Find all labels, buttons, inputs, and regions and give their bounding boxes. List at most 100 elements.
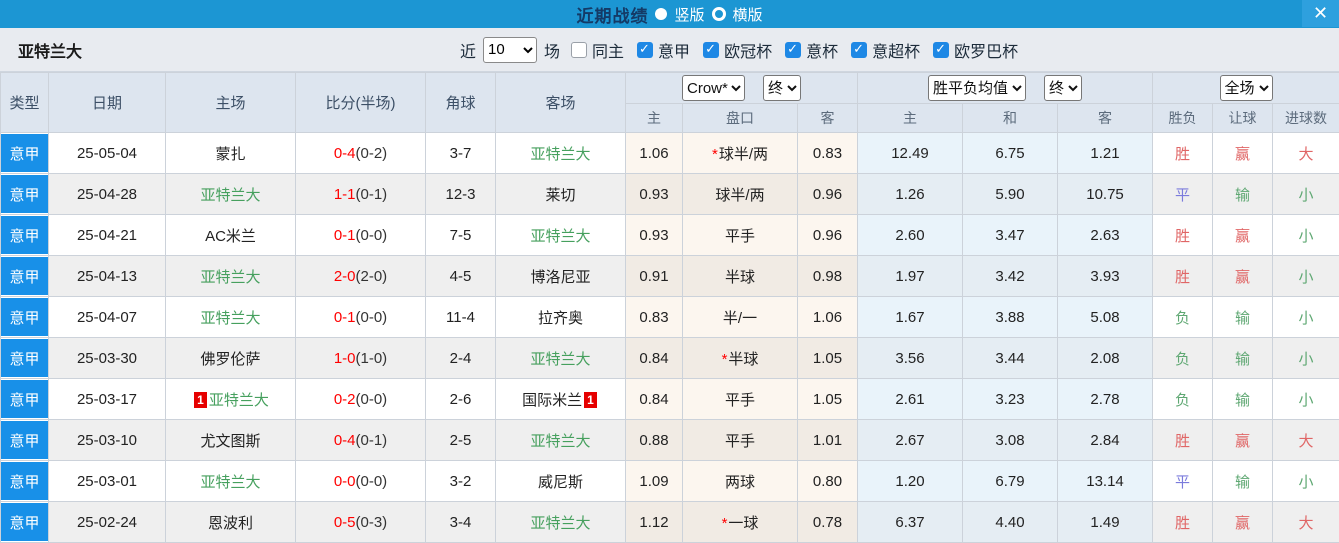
- team-name: 亚特兰大: [18, 43, 83, 61]
- avg-draw-cell: 5.90: [962, 173, 1058, 215]
- avg-away-cell: 1.21: [1056, 132, 1154, 174]
- away-team-cell: 国际米兰 1: [495, 378, 626, 420]
- league-cell: 意甲: [0, 255, 49, 297]
- home-team-cell: 1 亚特兰大: [165, 378, 296, 420]
- table-row: 意甲 25-03-01 亚特兰大 0-0(0-0) 3-2 威尼斯 1.09 两球 0.80 1.…: [0, 460, 1339, 502]
- league-checkbox-supercoppa[interactable]: [851, 41, 868, 58]
- away-odds-cell: 1.05: [797, 337, 858, 379]
- score-cell: 0-0(0-0): [295, 460, 426, 502]
- avg-away-cell: 2.63: [1056, 214, 1154, 256]
- home-odds-cell: 1.06: [625, 132, 683, 174]
- odds-time-select[interactable]: 终: [763, 75, 801, 101]
- home-odds-cell: 1.09: [625, 460, 683, 502]
- corners-cell: 2-5: [425, 419, 496, 461]
- league-label-supercoppa[interactable]: 意超杯: [872, 38, 920, 62]
- handicap-result-cell: 赢: [1212, 214, 1274, 256]
- league-checkbox-europa[interactable]: [933, 41, 950, 58]
- score-cell: 0-2(0-0): [295, 378, 426, 420]
- avg-draw-cell: 4.40: [962, 501, 1058, 543]
- table-row: 意甲 25-03-17 1 亚特兰大 0-2(0-0) 2-6 国际米兰 1 0.84 平手 1.0…: [0, 378, 1339, 420]
- goals-cell: 小: [1272, 173, 1339, 215]
- col-header-score: 比分(半场): [295, 72, 426, 133]
- sub-header-handicap: 盘口: [682, 103, 798, 133]
- goals-cell: 小: [1272, 378, 1339, 420]
- home-odds-cell: 0.93: [625, 214, 683, 256]
- avg-away-cell: 2.84: [1056, 419, 1154, 461]
- handicap-cell: 平手: [682, 214, 798, 256]
- period-select[interactable]: 全场: [1219, 75, 1273, 101]
- sub-header-odds-home: 主: [625, 103, 683, 133]
- home-odds-cell: 1.12: [625, 501, 683, 543]
- corners-cell: 3-7: [425, 132, 496, 174]
- home-odds-cell: 0.84: [625, 337, 683, 379]
- handicap-cell: 球半/两: [682, 173, 798, 215]
- league-label-ucl[interactable]: 欧冠杯: [724, 38, 772, 62]
- home-odds-cell: 0.83: [625, 296, 683, 338]
- bookmaker-select[interactable]: Crow*: [682, 75, 745, 101]
- league-label-coppa[interactable]: 意杯: [806, 38, 838, 62]
- same-home-label[interactable]: 同主: [592, 38, 624, 62]
- goals-cell: 大: [1272, 419, 1339, 461]
- avg-draw-cell: 3.47: [962, 214, 1058, 256]
- score-cell: 0-1(0-0): [295, 214, 426, 256]
- handicap-result-cell: 输: [1212, 296, 1274, 338]
- avg-away-cell: 2.08: [1056, 337, 1154, 379]
- results-body: 意甲 25-05-04 蒙扎 0-4(0-2) 3-7 亚特兰大 1.06 *球半/两 0.83…: [0, 132, 1339, 543]
- league-checkbox-coppa[interactable]: [785, 41, 802, 58]
- score-cell: 2-0(2-0): [295, 255, 426, 297]
- goals-cell: 小: [1272, 460, 1339, 502]
- same-home-checkbox[interactable]: [571, 41, 588, 58]
- score-cell: 0-4(0-1): [295, 419, 426, 461]
- title-bar: 近期战绩 竖版 横版 ✕: [0, 0, 1339, 28]
- games-count-select[interactable]: 10: [483, 36, 538, 63]
- avg-away-cell: 2.78: [1056, 378, 1154, 420]
- league-cell: 意甲: [0, 173, 49, 215]
- away-team-cell: 亚特兰大: [495, 132, 626, 174]
- result-cell: 负: [1152, 378, 1214, 420]
- portrait-radio[interactable]: [655, 8, 668, 20]
- avg-home-cell: 1.67: [857, 296, 963, 338]
- league-cell: 意甲: [0, 460, 49, 502]
- league-checkbox-serie-a[interactable]: [637, 41, 654, 58]
- date-cell: 25-05-04: [48, 132, 166, 174]
- away-team-cell: 亚特兰大: [495, 419, 626, 461]
- date-cell: 25-04-07: [48, 296, 166, 338]
- close-icon[interactable]: ✕: [1302, 0, 1339, 27]
- home-team-cell: 佛罗伦萨: [165, 337, 296, 379]
- away-odds-cell: 0.83: [797, 132, 858, 174]
- landscape-radio[interactable]: [711, 7, 726, 21]
- table-row: 意甲 25-02-24 恩波利 0-5(0-3) 3-4 亚特兰大 1.12 *一球 0.78 6…: [0, 501, 1339, 543]
- league-label-europa[interactable]: 欧罗巴杯: [954, 38, 1018, 62]
- avg-type-select[interactable]: 胜平负均值: [928, 75, 1027, 101]
- score-cell: 1-1(0-1): [295, 173, 426, 215]
- league-label-serie-a[interactable]: 意甲: [658, 38, 690, 62]
- col-header-type: 类型: [0, 72, 49, 133]
- avg-draw-cell: 6.79: [962, 460, 1058, 502]
- avg-home-cell: 2.60: [857, 214, 963, 256]
- handicap-cell: 半/一: [682, 296, 798, 338]
- avg-time-select[interactable]: 终: [1044, 75, 1083, 101]
- landscape-radio-label[interactable]: 横版: [733, 4, 763, 25]
- away-team-cell: 博洛尼亚: [495, 255, 626, 297]
- league-cell: 意甲: [0, 501, 49, 543]
- goals-cell: 大: [1272, 501, 1339, 543]
- league-cell: 意甲: [0, 419, 49, 461]
- sub-header-avg-draw: 和: [962, 103, 1058, 133]
- league-cell: 意甲: [0, 337, 49, 379]
- away-odds-cell: 0.96: [797, 173, 858, 215]
- avg-draw-cell: 3.08: [962, 419, 1058, 461]
- league-checkbox-ucl[interactable]: [703, 41, 720, 58]
- home-team-cell: 恩波利: [165, 501, 296, 543]
- corners-cell: 7-5: [425, 214, 496, 256]
- period-select-cell: 全场: [1152, 72, 1339, 104]
- col-header-corner: 角球: [425, 72, 496, 133]
- away-odds-cell: 0.96: [797, 214, 858, 256]
- filter-group: 近 10 场 同主 意甲 欧冠杯 意杯 意超杯 欧罗巴杯: [460, 28, 1020, 71]
- table-row: 意甲 25-04-28 亚特兰大 1-1(0-1) 12-3 莱切 0.93 球半/两 0.96…: [0, 173, 1339, 215]
- col-header-date: 日期: [48, 72, 166, 133]
- date-cell: 25-04-28: [48, 173, 166, 215]
- handicap-result-cell: 赢: [1212, 501, 1274, 543]
- home-team-cell: 亚特兰大: [165, 460, 296, 502]
- portrait-radio-label[interactable]: 竖版: [674, 4, 704, 25]
- handicap-result-cell: 输: [1212, 460, 1274, 502]
